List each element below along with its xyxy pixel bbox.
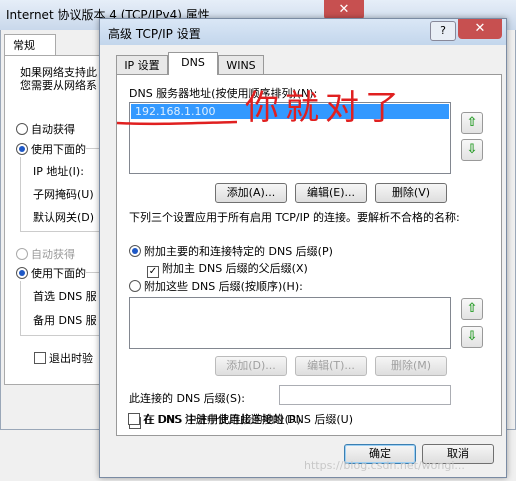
auto-dns-radio[interactable]: 自动获得 [16,246,75,262]
arrow-up-icon: ⇧ [466,115,478,130]
append-primary-radio[interactable]: 附加主要的和连接特定的 DNS 后缀(P) [129,243,333,259]
auto-ip-radio[interactable]: 自动获得 [16,121,75,137]
preferred-dns-label: 首选 DNS 服 [33,290,97,303]
append-these-radio[interactable]: 附加这些 DNS 后缀(按顺序)(H): [129,278,303,294]
auto-ip-label: 自动获得 [31,123,75,136]
tab-general[interactable]: 常规 [4,34,56,56]
dialog-close-button[interactable]: ✕ [458,19,502,39]
watermark-text: https://blog.csdn.net/wongi... [304,459,465,472]
alternate-dns-label: 备用 DNS 服 [33,314,97,327]
arrow-down-icon: ⇩ [466,329,478,344]
default-gateway-label: 默认网关(D) [33,211,95,224]
dns-panel: DNS 服务器地址(按使用顺序排列)(N): 192.168.1.100 你就对… [116,74,502,436]
connection-suffix-label: 此连接的 DNS 后缀(S): [129,392,245,405]
append-parent-checkbox[interactable]: ✓ 附加主 DNS 后缀的父后缀(X) [147,260,308,278]
checkbox-icon [34,352,46,364]
radio-selected-icon [129,245,141,257]
radio-icon [16,123,28,135]
radio-disabled-icon [16,248,28,260]
use-suffix-registration-checkbox[interactable]: 在 DNS 注册中使用此连接的 DNS 后缀(U) [128,411,353,427]
validate-on-exit-label: 退出时验 [49,352,93,365]
append-these-label: 附加这些 DNS 后缀(按顺序)(H): [144,280,303,293]
annotation-underline-stroke [117,120,238,126]
add-suffix-button[interactable]: 添加(D)... [215,356,287,376]
radio-icon [129,280,141,292]
ipv4-close-button[interactable]: ✕ [324,0,364,20]
radio-selected-icon [16,143,28,155]
checkmark-icon: ✓ [147,266,159,278]
move-up-button[interactable]: ⇧ [461,112,483,134]
use-ip-label: 使用下面的 [31,143,86,156]
advanced-tcpip-dialog: 高级 TCP/IP 设置 ? ✕ IP 设置 DNS WINS DNS 服务器地… [99,18,507,478]
connection-suffix-input[interactable] [279,385,451,405]
use-dns-label: 使用下面的 [31,267,86,280]
resolution-description: 下列三个设置应用于所有启用 TCP/IP 的连接。要解析不合格的名称: [129,211,460,224]
move-down-button[interactable]: ⇩ [461,139,483,161]
radio-selected-icon [16,267,28,279]
use-dns-radio[interactable]: 使用下面的 [16,265,86,281]
append-parent-label: 附加主 DNS 后缀的父后缀(X) [162,262,308,275]
auto-dns-label: 自动获得 [31,248,75,261]
edit-suffix-button[interactable]: 编辑(T)... [295,356,367,376]
general-desc-line2: 您需要从网络系 [20,79,97,92]
edit-dns-button[interactable]: 编辑(E)... [295,183,367,203]
remove-suffix-button[interactable]: 删除(M) [375,356,447,376]
arrow-up-icon: ⇧ [466,301,478,316]
help-button[interactable]: ? [430,21,456,41]
validate-on-exit-checkbox[interactable]: 退出时验 [34,350,93,366]
suffix-move-up-button[interactable]: ⇧ [461,298,483,320]
checkbox-icon [128,413,140,425]
tab-dns[interactable]: DNS [168,52,218,75]
add-dns-button[interactable]: 添加(A)... [215,183,287,203]
dns-suffix-listbox[interactable] [129,297,451,349]
subnet-mask-label: 子网掩码(U) [33,188,94,201]
handwritten-annotation: 你就对了 [245,88,405,128]
ip-address-label: IP 地址(I): [33,165,84,178]
remove-dns-button[interactable]: 删除(V) [375,183,447,203]
use-ip-radio[interactable]: 使用下面的 [16,141,86,157]
arrow-down-icon: ⇩ [466,142,478,157]
tab-ip-settings[interactable]: IP 设置 [116,55,168,75]
append-primary-label: 附加主要的和连接特定的 DNS 后缀(P) [144,245,333,258]
suffix-move-down-button[interactable]: ⇩ [461,326,483,348]
use-suffix-registration-label: 在 DNS 注册中使用此连接的 DNS 后缀(U) [143,413,353,426]
tab-wins[interactable]: WINS [218,55,264,75]
dialog-title: 高级 TCP/IP 设置 [108,27,201,41]
